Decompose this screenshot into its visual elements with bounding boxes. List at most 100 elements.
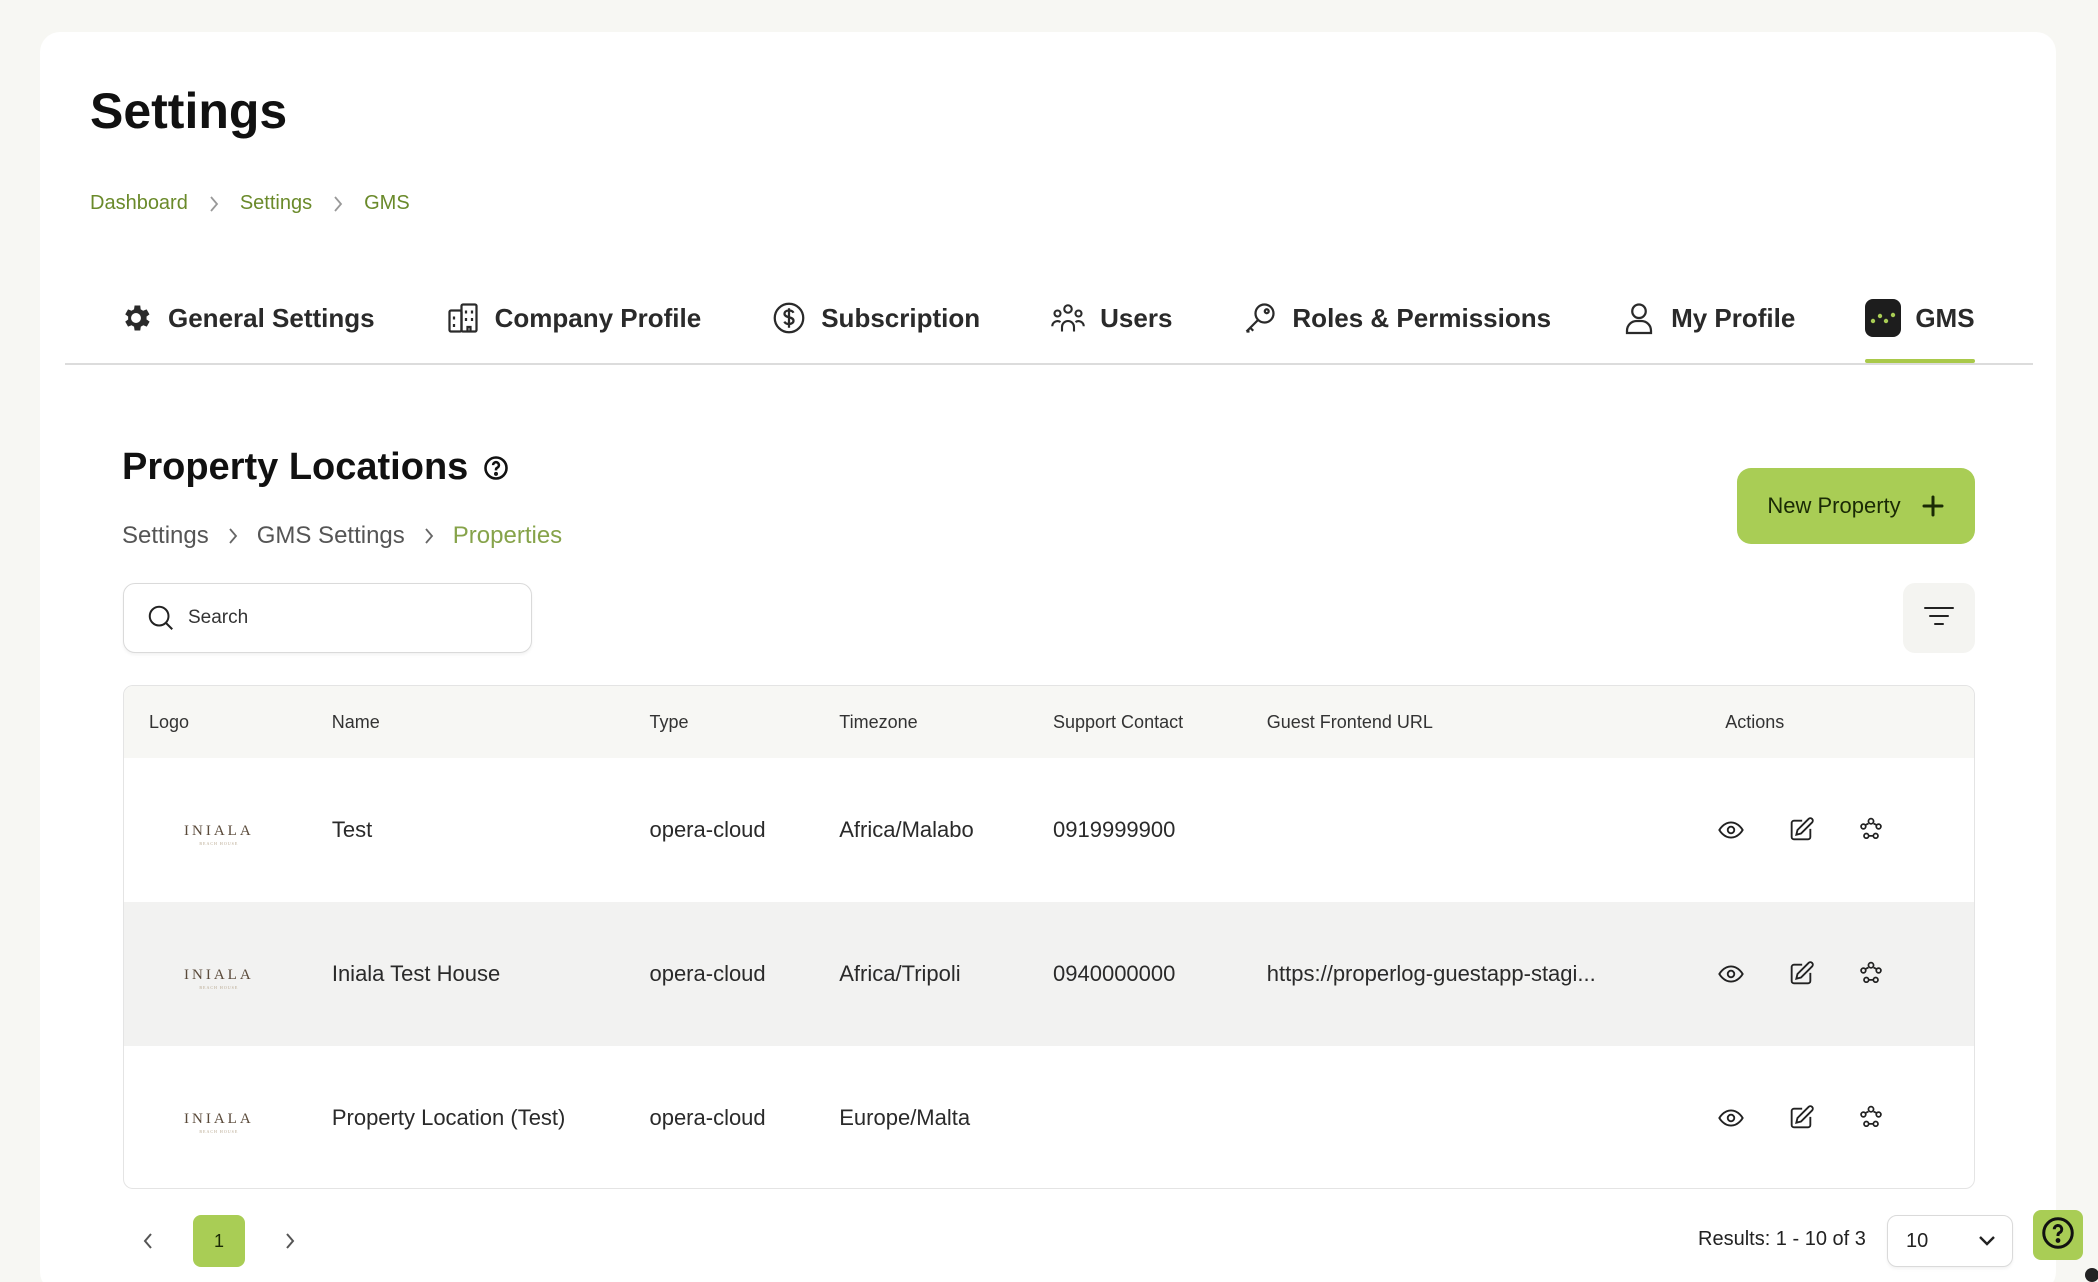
property-type: opera-cloud [649,817,766,842]
tab-label: Subscription [821,302,981,333]
breadcrumb: Dashboard Settings GMS [90,192,410,215]
logo-tagline: BEACH HOUSE [199,984,239,990]
key-icon [1242,300,1278,336]
logo-tagline: BEACH HOUSE [199,840,239,846]
tab-label: Users [1100,302,1173,333]
edit-icon[interactable] [1786,959,1816,989]
edit-icon[interactable] [1786,1103,1816,1133]
per-page-select[interactable]: 10 [1887,1215,2013,1267]
plus-icon [1921,494,1945,518]
chevron-left-icon[interactable] [123,1216,173,1266]
settings-card: Settings Dashboard Settings GMS General … [40,32,2056,1282]
tab-my-profile[interactable]: My Profile [1571,287,1815,349]
new-property-button[interactable]: New Property [1737,468,1975,544]
property-name: Test [331,817,373,842]
tab-users[interactable]: Users [1000,287,1192,349]
group-users-icon[interactable] [1856,959,1886,989]
table-header: Logo Name Type Timezone Support Contact … [124,686,1974,758]
per-page-value: 10 [1906,1229,1929,1252]
edit-icon[interactable] [1786,815,1816,845]
group-users-icon[interactable] [1856,1103,1886,1133]
breadcrumb-dashboard[interactable]: Dashboard [90,192,188,215]
header-guest-frontend-url: Guest Frontend URL [1266,711,1433,732]
table-row: INIALA BEACH HOUSE Test opera-cloud Afric… [124,758,1974,902]
section-crumb-properties: Properties [452,522,563,549]
question-circle-icon[interactable] [482,454,510,482]
help-button[interactable] [2033,1210,2083,1260]
chevron-right-icon [208,195,220,213]
tab-label: Roles & Permissions [1292,302,1552,333]
search-icon [146,603,176,633]
breadcrumb-settings[interactable]: Settings [240,192,312,215]
gear-icon [118,300,154,336]
section-breadcrumb: Settings GMS Settings Properties [122,522,562,550]
users-icon [1050,300,1086,336]
property-logo: INIALA BEACH HOUSE [124,815,332,846]
property-timezone: Africa/Tripoli [839,961,961,986]
chevron-right-icon [227,527,239,545]
gms-logo-icon [1865,299,1902,337]
chevron-right-icon [332,195,344,213]
table-row: INIALA BEACH HOUSE Property Location (Tes… [124,1046,1974,1188]
logo-wordmark: INIALA [184,966,254,983]
logo-tagline: BEACH HOUSE [199,1128,239,1134]
logo-wordmark: INIALA [184,1110,254,1127]
question-circle-icon [2040,1215,2076,1256]
building-icon [445,300,481,336]
tab-label: My Profile [1671,302,1796,333]
filter-icon [1923,604,1955,633]
tab-subscription[interactable]: Subscription [721,287,1000,349]
corner-decoration [2085,1268,2098,1282]
chevron-right-icon[interactable] [265,1216,315,1266]
chevron-right-icon [423,527,435,545]
header-type: Type [649,711,689,732]
section-crumb-settings[interactable]: Settings [122,522,209,550]
search-box [123,583,532,653]
property-timezone: Europe/Malta [839,1105,971,1130]
properties-table: Logo Name Type Timezone Support Contact … [123,685,1975,1189]
chevron-down-icon [1978,1230,1996,1253]
property-name: Property Location (Test) [331,1105,566,1130]
tab-label: GMS [1915,302,1975,333]
tab-roles-permissions[interactable]: Roles & Permissions [1192,287,1571,349]
eye-icon[interactable] [1716,959,1746,989]
row-actions [1716,1103,1974,1133]
tab-gms[interactable]: GMS [1815,287,1994,363]
property-timezone: Africa/Malabo [839,817,974,842]
property-logo: INIALA BEACH HOUSE [124,1103,332,1134]
filter-button[interactable] [1903,583,1975,653]
header-support-contact: Support Contact [1053,711,1184,732]
breadcrumb-gms[interactable]: GMS [364,192,410,215]
property-type: opera-cloud [649,1105,766,1130]
tab-label: General Settings [168,302,375,333]
tab-label: Company Profile [494,302,702,333]
results-count: Results: 1 - 10 of 3 [1698,1228,1866,1250]
tab-general-settings[interactable]: General Settings [65,287,395,349]
new-property-label: New Property [1767,493,1901,518]
page-button[interactable]: 1 [193,1215,245,1267]
property-url[interactable]: https://properlog-guestapp-stagi... [1267,961,1717,987]
logo-wordmark: INIALA [184,822,254,839]
pagination: 1 [123,1215,315,1267]
person-icon [1621,300,1657,336]
eye-icon[interactable] [1716,1103,1746,1133]
section-title-text: Property Locations [122,446,469,488]
search-input[interactable] [188,607,488,629]
eye-icon[interactable] [1716,815,1746,845]
page-title: Settings [90,83,288,139]
row-actions [1716,815,1974,845]
property-logo: INIALA BEACH HOUSE [124,959,332,990]
row-actions [1716,959,1974,989]
header-timezone: Timezone [839,711,918,732]
tab-company-profile[interactable]: Company Profile [395,287,722,349]
dollar-circle-icon [771,300,807,336]
property-type: opera-cloud [649,961,766,986]
header-actions: Actions [1725,711,1785,732]
property-contact: 0919999900 [1053,817,1176,842]
section-title: Property Locations [122,446,510,489]
property-name: Iniala Test House [331,961,501,986]
settings-tabs: General Settings Company Profile Subscri… [65,287,2033,365]
group-users-icon[interactable] [1856,815,1886,845]
header-logo: Logo [149,711,190,732]
section-crumb-gms-settings[interactable]: GMS Settings [257,522,405,550]
